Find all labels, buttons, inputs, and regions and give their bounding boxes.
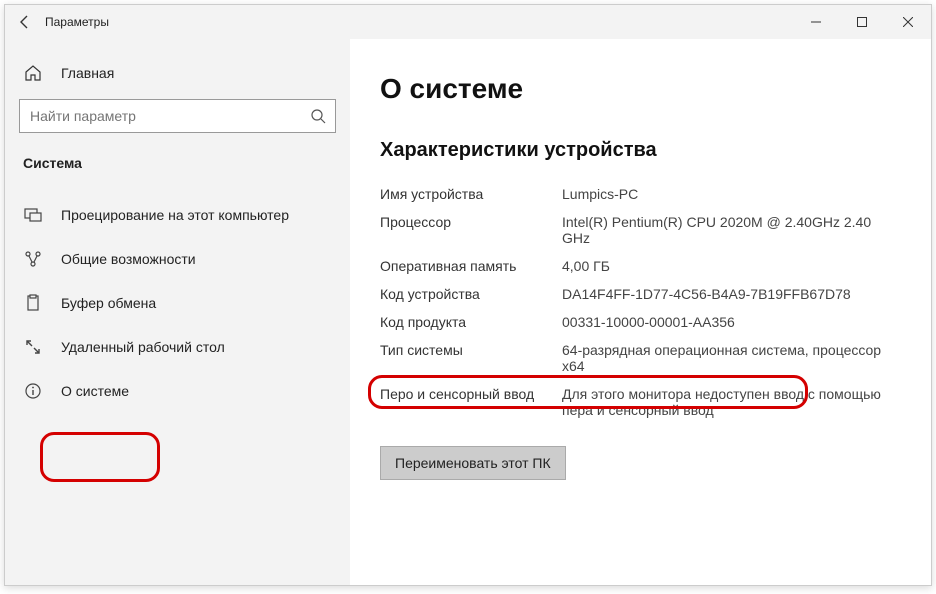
sidebar-item-clipboard[interactable]: Буфер обмена — [5, 281, 350, 325]
back-button[interactable] — [17, 14, 45, 30]
sidebar-item-projecting[interactable]: Проецирование на этот компьютер — [5, 193, 350, 237]
spec-label: Оперативная память — [380, 258, 562, 274]
rename-pc-button[interactable]: Переименовать этот ПК — [380, 446, 566, 480]
spec-label: Процессор — [380, 214, 562, 246]
spec-row-product-id: Код продукта 00331-10000-00001-AA356 — [380, 308, 901, 336]
maximize-button[interactable] — [839, 5, 885, 39]
settings-window: Параметры Главная — [4, 4, 932, 586]
page-title: О системе — [380, 73, 901, 105]
spec-row-ram: Оперативная память 4,00 ГБ — [380, 252, 901, 280]
sidebar-item-label: О системе — [61, 383, 129, 399]
spec-label: Код устройства — [380, 286, 562, 302]
info-icon — [23, 382, 43, 400]
spec-value: 00331-10000-00001-AA356 — [562, 314, 901, 330]
body: Главная Система Проецирование на этот ко… — [5, 39, 931, 585]
window-title: Параметры — [45, 15, 109, 29]
spec-value: Lumpics-PC — [562, 186, 901, 202]
clipboard-icon — [23, 294, 43, 312]
spec-row-device-name: Имя устройства Lumpics-PC — [380, 180, 901, 208]
spec-value: 64-разрядная операционная система, проце… — [562, 342, 901, 374]
search-icon — [310, 108, 326, 124]
spec-label: Перо и сенсорный ввод — [380, 386, 562, 418]
sidebar-item-label: Общие возможности — [61, 251, 196, 267]
spec-value: Intel(R) Pentium(R) CPU 2020M @ 2.40GHz … — [562, 214, 901, 246]
sidebar-item-shared[interactable]: Общие возможности — [5, 237, 350, 281]
spec-label: Имя устройства — [380, 186, 562, 202]
spec-list: Имя устройства Lumpics-PC Процессор Inte… — [380, 180, 901, 424]
projecting-icon — [23, 206, 43, 224]
sidebar-item-label: Буфер обмена — [61, 295, 156, 311]
shared-icon — [23, 250, 43, 268]
category-heading: Система — [5, 133, 350, 179]
spec-value: DA14F4FF-1D77-4C56-B4A9-7B19FFB67D78 — [562, 286, 901, 302]
sidebar-item-label: Удаленный рабочий стол — [61, 339, 225, 355]
spec-row-device-id: Код устройства DA14F4FF-1D77-4C56-B4A9-7… — [380, 280, 901, 308]
main-content: О системе Характеристики устройства Имя … — [350, 39, 931, 585]
sidebar-item-label: Проецирование на этот компьютер — [61, 207, 289, 223]
home-icon — [23, 64, 43, 82]
sidebar-item-about[interactable]: О системе — [5, 369, 350, 413]
sidebar: Главная Система Проецирование на этот ко… — [5, 39, 350, 585]
close-button[interactable] — [885, 5, 931, 39]
spec-label: Код продукта — [380, 314, 562, 330]
spec-label: Тип системы — [380, 342, 562, 374]
home-link[interactable]: Главная — [5, 53, 350, 93]
section-title: Характеристики устройства — [380, 139, 901, 162]
titlebar: Параметры — [5, 5, 931, 39]
spec-row-processor: Процессор Intel(R) Pentium(R) CPU 2020M … — [380, 208, 901, 252]
spec-row-pen-touch: Перо и сенсорный ввод Для этого монитора… — [380, 380, 901, 424]
spec-value: Для этого монитора недоступен ввод с пом… — [562, 386, 901, 418]
spec-value: 4,00 ГБ — [562, 258, 901, 274]
nav-list: Проецирование на этот компьютер Общие во… — [5, 193, 350, 413]
search-container — [19, 99, 336, 133]
minimize-button[interactable] — [793, 5, 839, 39]
window-controls — [793, 5, 931, 39]
spec-row-system-type: Тип системы 64-разрядная операционная си… — [380, 336, 901, 380]
search-input[interactable] — [19, 99, 336, 133]
home-label: Главная — [61, 65, 114, 81]
sidebar-item-remote[interactable]: Удаленный рабочий стол — [5, 325, 350, 369]
remote-icon — [23, 338, 43, 356]
